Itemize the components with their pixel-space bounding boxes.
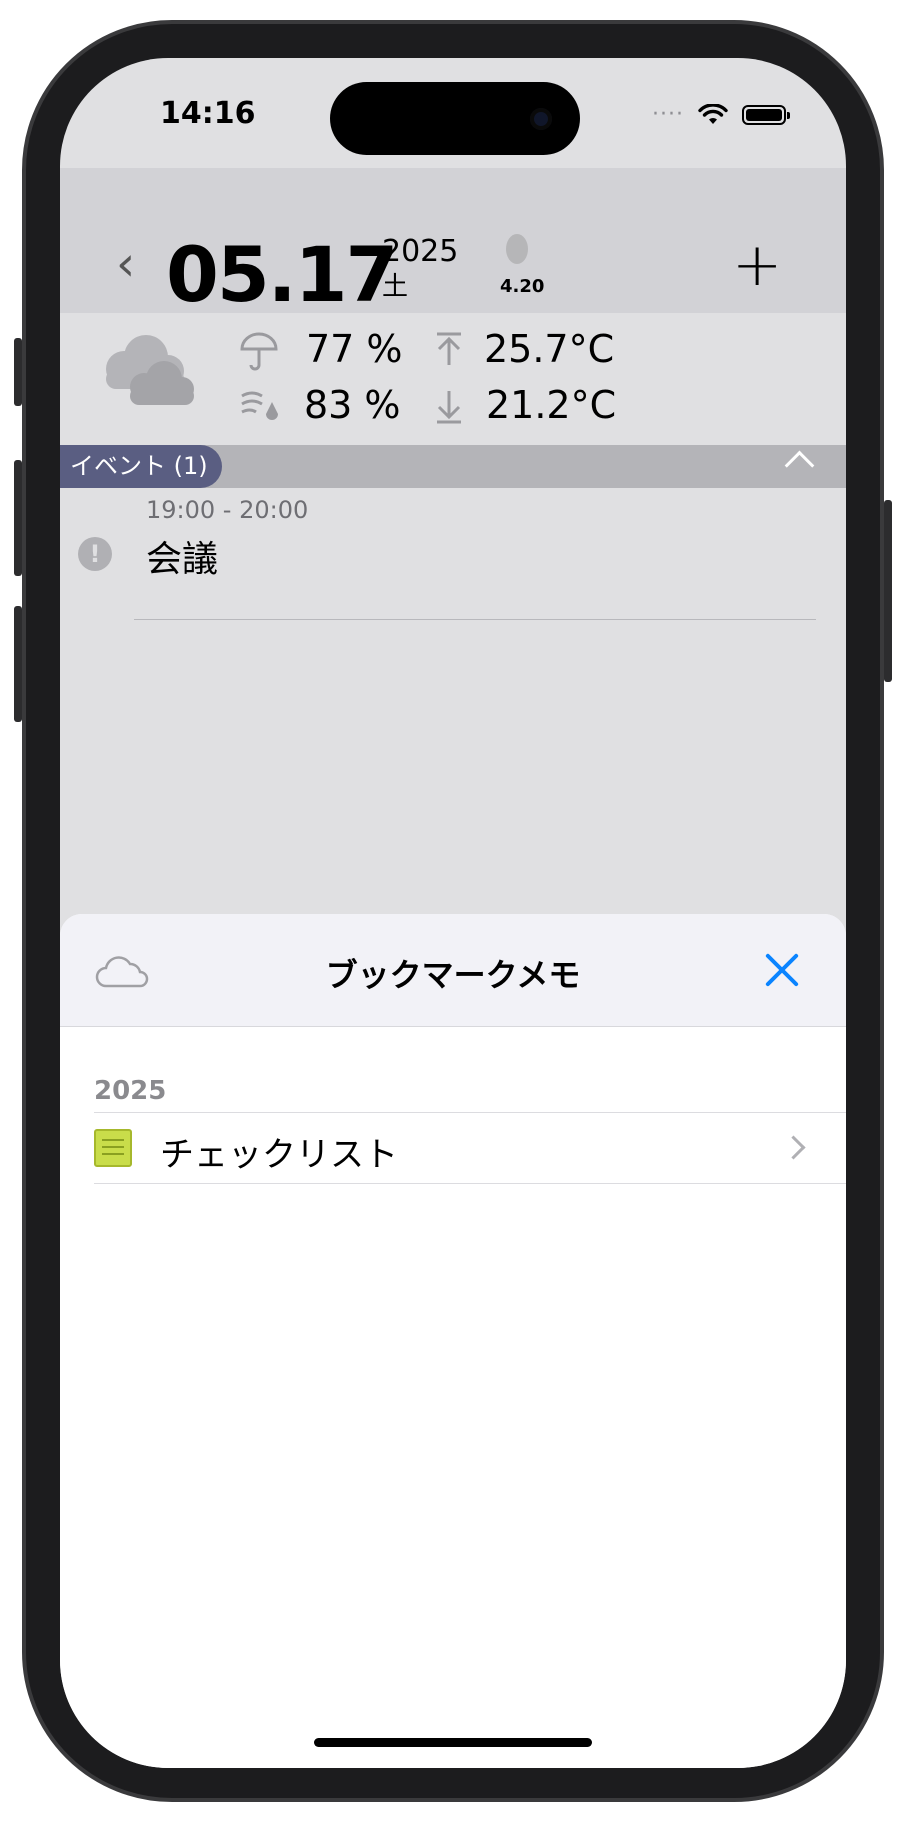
divider <box>134 619 816 620</box>
humidity-value: 83 % <box>304 383 401 427</box>
volume-down-button <box>14 606 22 722</box>
battery-icon <box>742 104 790 125</box>
list-item[interactable]: チェックリスト <box>60 1113 846 1183</box>
low-temp-arrow-icon <box>437 391 461 424</box>
camera-icon <box>530 108 552 130</box>
weekday-label: 土 <box>382 272 409 302</box>
sheet-header: ブックマークメモ <box>60 914 846 1027</box>
volume-up-button <box>14 460 22 576</box>
umbrella-icon <box>240 332 278 371</box>
chevron-up-icon[interactable] <box>784 450 815 481</box>
screen: 14:16 ···· ‹ 05.17 2025 土 4.20 + 77 % 25… <box>60 58 846 1768</box>
precipitation-value: 77 % <box>306 327 403 371</box>
year-label: 2025 <box>382 234 459 269</box>
bookmark-memo-sheet: ブックマークメモ 2025 チェックリスト <box>60 914 846 1768</box>
low-temp-value: 21.2°C <box>486 383 617 427</box>
power-button <box>884 500 892 682</box>
section-year-label: 2025 <box>94 1076 167 1106</box>
sheet-title: ブックマークメモ <box>325 956 581 994</box>
home-indicator[interactable] <box>314 1738 592 1747</box>
high-temp-value: 25.7°C <box>484 327 615 371</box>
event-time: 19:00 - 20:00 <box>146 496 309 524</box>
memo-note-icon <box>94 1129 132 1167</box>
status-icons: ···· <box>652 102 790 127</box>
close-icon[interactable] <box>760 948 804 992</box>
moon-phase-icon <box>506 234 528 264</box>
date-header: ‹ 05.17 2025 土 4.20 + <box>60 168 846 319</box>
moon-age-label: 4.20 <box>500 276 545 297</box>
weather-panel: 77 % 25.7°C 83 % 21.2°C <box>60 313 846 443</box>
cellular-signal-icon: ···· <box>652 102 684 127</box>
status-time: 14:16 <box>160 96 256 131</box>
high-temp-arrow-icon <box>437 332 461 365</box>
dynamic-island <box>330 82 580 155</box>
wifi-icon <box>698 103 728 124</box>
cloud-weather-icon <box>106 335 194 405</box>
add-button[interactable]: + <box>732 230 782 300</box>
back-button[interactable]: ‹ <box>116 236 135 292</box>
action-button <box>14 338 22 406</box>
divider <box>94 1183 846 1184</box>
list-item-label: チェックリスト <box>160 1135 398 1175</box>
event-count-tag: イベント (1) <box>60 445 222 488</box>
event-section-header[interactable]: イベント (1) <box>60 445 846 488</box>
chevron-right-icon <box>781 1135 806 1160</box>
humidity-icon <box>241 391 278 420</box>
alert-icon: ! <box>78 537 112 571</box>
date-label: 05.17 <box>166 230 398 319</box>
event-title[interactable]: 会議 <box>146 530 218 582</box>
